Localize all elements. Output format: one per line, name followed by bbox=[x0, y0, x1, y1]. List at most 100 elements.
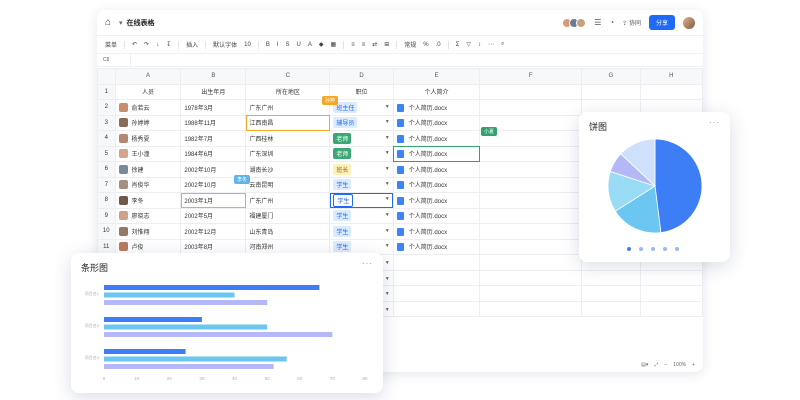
cell-birth[interactable]: 2003年1月 bbox=[180, 192, 247, 209]
row-number[interactable]: 3 bbox=[97, 114, 116, 131]
toolbar-item[interactable]: 插入 bbox=[186, 40, 198, 49]
pie-chart-card[interactable]: 饼图 ··· bbox=[579, 112, 730, 262]
column-header[interactable]: E bbox=[392, 68, 481, 85]
resume-file[interactable]: 个人简历.docx bbox=[409, 230, 447, 236]
cell-location[interactable]: 山东青岛 bbox=[245, 223, 331, 240]
toolbar-item[interactable]: ↓ bbox=[156, 42, 159, 48]
cell-title[interactable]: 学生 ▼ bbox=[329, 176, 394, 193]
home-icon[interactable]: ⌂ bbox=[105, 17, 115, 28]
dropdown-icon[interactable]: ▼ bbox=[385, 150, 390, 156]
cell-title[interactable]: 学生 ▼ bbox=[329, 192, 394, 209]
cell[interactable] bbox=[392, 300, 481, 317]
cell[interactable] bbox=[639, 83, 703, 100]
column-header[interactable]: D bbox=[329, 68, 394, 85]
row-number[interactable]: 4 bbox=[97, 130, 116, 147]
fit-icon[interactable]: ⤢ bbox=[654, 362, 658, 368]
cell[interactable] bbox=[639, 269, 703, 286]
cell-title[interactable]: 学生 ▼ bbox=[329, 223, 394, 240]
row-number[interactable]: 8 bbox=[97, 192, 116, 209]
cell[interactable] bbox=[639, 300, 703, 317]
document-title[interactable]: 在线表格 bbox=[127, 18, 155, 28]
cell-name[interactable]: 廖晓志 bbox=[114, 207, 182, 224]
cell-resume[interactable]: 个人简历.docx bbox=[392, 114, 481, 131]
toolbar-item[interactable]: ≡ bbox=[362, 42, 366, 48]
toolbar-item[interactable]: B bbox=[266, 42, 270, 48]
zoom-in-icon[interactable]: + bbox=[692, 362, 695, 368]
dropdown-icon[interactable]: ▼ bbox=[385, 260, 390, 266]
cell-resume[interactable]: 个人简历.docx bbox=[392, 161, 481, 178]
resume-file[interactable]: 个人简历.docx bbox=[409, 106, 447, 112]
cell-location[interactable]: 广东广州 bbox=[245, 192, 331, 209]
cell[interactable] bbox=[479, 285, 583, 302]
cell-location[interactable]: 湖南长沙 bbox=[245, 161, 331, 178]
cell-name[interactable]: 李冬 bbox=[114, 192, 182, 209]
row-number[interactable]: 6 bbox=[97, 161, 116, 178]
cell[interactable] bbox=[581, 285, 641, 302]
cell-name[interactable]: 俞若云 bbox=[114, 99, 182, 116]
cell-birth[interactable]: 1988年11月 bbox=[180, 114, 247, 131]
cell-birth[interactable]: 2002年12月 bbox=[180, 223, 247, 240]
toolbar-item[interactable]: .0 bbox=[436, 42, 441, 48]
cell-name[interactable]: 肖俊华 bbox=[114, 176, 182, 193]
cell[interactable] bbox=[479, 99, 583, 116]
cell-resume[interactable]: 个人简历.docx bbox=[392, 223, 481, 240]
toolbar-item[interactable]: Σ bbox=[456, 42, 460, 48]
row-number[interactable]: 9 bbox=[97, 207, 116, 224]
resume-file[interactable]: 个人简历.docx bbox=[409, 137, 447, 143]
dropdown-icon[interactable]: ▼ bbox=[385, 196, 390, 202]
toolbar-item[interactable]: 10 bbox=[244, 42, 251, 48]
column-header[interactable]: C bbox=[245, 68, 331, 85]
cell[interactable] bbox=[581, 300, 641, 317]
cell-title[interactable]: 老师 ▼ bbox=[329, 145, 394, 162]
column-header[interactable]: F bbox=[479, 68, 583, 85]
toolbar-item[interactable]: ▽ bbox=[466, 41, 471, 48]
cell-name[interactable]: 刘惟翔 bbox=[114, 223, 182, 240]
dropdown-icon[interactable]: ▼ bbox=[385, 212, 390, 218]
cell[interactable] bbox=[479, 176, 583, 193]
cell[interactable] bbox=[479, 207, 583, 224]
cell-resume[interactable]: 个人简历.docx bbox=[392, 145, 481, 162]
bar-chart-card[interactable]: 条形图 ··· 项目名1 项目名2 项目名3 0 10 20 30 40 50 60 70 80 bbox=[71, 253, 383, 393]
cell-resume[interactable]: 个人简历.docx bbox=[392, 99, 481, 116]
dropdown-icon[interactable]: ▼ bbox=[385, 243, 390, 249]
column-title-resume[interactable]: 个人简介 bbox=[392, 83, 481, 100]
corner-cell[interactable] bbox=[97, 68, 116, 85]
resume-file[interactable]: 个人简历.docx bbox=[409, 121, 447, 127]
cell-birth[interactable]: 1984年6月 bbox=[180, 145, 247, 162]
cell[interactable] bbox=[479, 254, 583, 271]
cell-title[interactable]: 老师 ▼ bbox=[329, 130, 394, 147]
menu-icon[interactable]: ☰ bbox=[594, 18, 601, 27]
cell[interactable] bbox=[392, 254, 481, 271]
row-number[interactable]: 7 bbox=[97, 176, 116, 193]
cell-name[interactable]: 杨秀夏 bbox=[114, 130, 182, 147]
toolbar-item[interactable]: ↕ bbox=[478, 42, 481, 48]
dropdown-icon[interactable]: ▼ bbox=[385, 181, 390, 187]
resume-file[interactable]: 个人简历.docx bbox=[409, 183, 447, 189]
toolbar-item[interactable]: S bbox=[286, 42, 290, 48]
cell[interactable] bbox=[392, 285, 481, 302]
toolbar-item[interactable]: 菜单 bbox=[105, 40, 117, 49]
cell-location[interactable]: 广东广州 bbox=[245, 99, 331, 116]
toolbar-item[interactable]: 常规 bbox=[404, 40, 416, 49]
toolbar-item[interactable]: I bbox=[277, 42, 279, 48]
toolbar-item[interactable]: ◆ bbox=[319, 41, 324, 48]
toolbar-item[interactable]: U bbox=[297, 42, 301, 48]
view-icon[interactable]: ▤▾ bbox=[641, 362, 648, 368]
toolbar-item[interactable]: 默认字体 bbox=[213, 40, 237, 49]
column-title-title[interactable]: 职位 bbox=[329, 83, 394, 100]
cell-location[interactable]: 广西桂林 bbox=[245, 130, 331, 147]
cell[interactable] bbox=[479, 300, 583, 317]
dropdown-icon[interactable]: ▼ bbox=[385, 166, 390, 172]
cell-resume[interactable]: 个人简历.docx bbox=[392, 238, 481, 255]
cell-name[interactable]: 徐建 bbox=[114, 161, 182, 178]
cell-location[interactable]: 广东深圳 bbox=[245, 145, 331, 162]
column-header[interactable]: H bbox=[639, 68, 703, 85]
cell-birth[interactable]: 2002年5月 bbox=[180, 207, 247, 224]
column-header[interactable]: A bbox=[114, 68, 182, 85]
cell-location[interactable]: 江西南昌 bbox=[245, 114, 331, 131]
zoom-level[interactable]: 100% bbox=[673, 362, 686, 368]
resume-file[interactable]: 个人简历.docx bbox=[409, 245, 447, 251]
cell-birth[interactable]: 1978年3月 bbox=[180, 99, 247, 116]
dropdown-icon[interactable]: ▼ bbox=[385, 104, 390, 110]
dropdown-icon[interactable]: ▼ bbox=[385, 135, 390, 141]
